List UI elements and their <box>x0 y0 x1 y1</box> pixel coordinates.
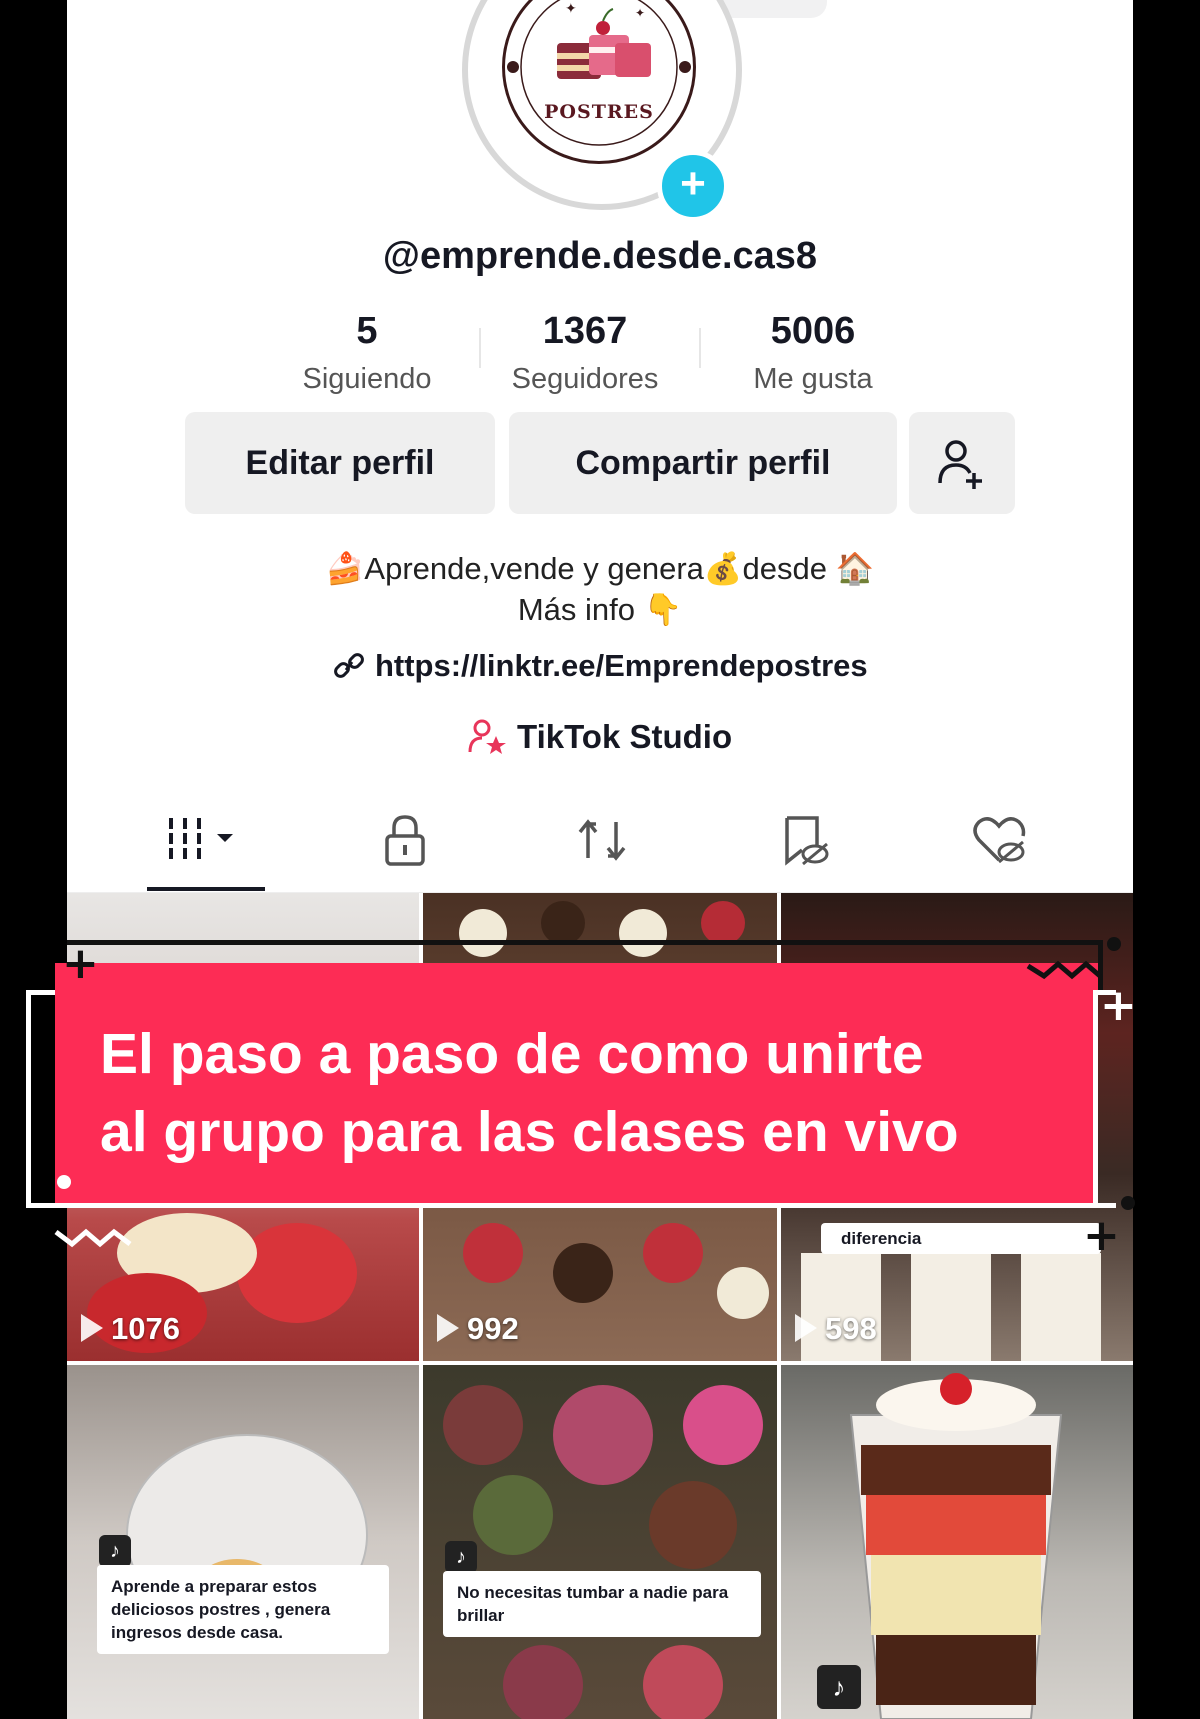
play-icon <box>795 1314 817 1342</box>
stat-following[interactable]: 5 Siguiendo <box>267 310 467 396</box>
creator-star-icon <box>468 719 506 754</box>
tab-liked[interactable] <box>969 810 1049 870</box>
tab-reposts[interactable] <box>572 810 652 870</box>
tab-favorites[interactable] <box>775 810 855 870</box>
followers-count: 1367 <box>542 310 628 352</box>
profile-tabs <box>67 800 1133 893</box>
active-tab-indicator <box>147 887 265 891</box>
avatar-brand-label: POSTRES <box>544 101 654 123</box>
tiktok-logo-icon: ♪ <box>445 1541 477 1573</box>
edit-profile-button[interactable]: Editar perfil <box>185 412 495 514</box>
add-user-icon <box>938 440 982 489</box>
profile-screen: preferido? ✦ ✦ POSTRES + @emp <box>67 0 1133 1719</box>
likes-label: Me gusta <box>753 363 873 395</box>
cake-logo-icon: ✦ ✦ <box>507 0 691 146</box>
link-icon <box>334 653 365 678</box>
tiktok-studio-link[interactable]: TikTok Studio <box>67 718 1133 756</box>
stat-followers[interactable]: 1367 Seguidores <box>485 310 685 396</box>
tab-private[interactable] <box>375 810 455 870</box>
view-count: 598 <box>795 1311 877 1347</box>
profile-stats: 5 Siguiendo 1367 Seguidores 5006 Me gust… <box>267 310 907 400</box>
bio-line-2: Más info 👇 <box>517 592 683 627</box>
avatar-logo: ✦ ✦ POSTRES <box>502 0 696 164</box>
banner-line-2: al grupo para las clases en vivo <box>100 1100 959 1164</box>
tiktok-logo-icon: ♪ <box>817 1665 861 1709</box>
repost-icon <box>578 819 626 861</box>
video-caption: diferencia <box>821 1223 1101 1254</box>
svg-text:✦: ✦ <box>565 0 577 16</box>
view-count: 1076 <box>81 1311 180 1347</box>
view-count: 992 <box>437 1311 519 1347</box>
video-thumbnail[interactable]: ♪ <box>781 1365 1133 1719</box>
tab-videos[interactable] <box>165 810 245 870</box>
add-friends-button[interactable] <box>909 412 1015 514</box>
followers-label: Seguidores <box>511 363 659 395</box>
bio-link[interactable]: https://linktr.ee/Emprendepostres <box>67 648 1133 684</box>
svg-text:✦: ✦ <box>635 6 645 20</box>
following-label: Siguiendo <box>302 363 432 395</box>
following-count: 5 <box>356 310 378 352</box>
heart-hidden-icon <box>973 817 1026 864</box>
bookmark-hidden-icon <box>785 816 829 866</box>
add-story-button[interactable]: + <box>657 150 729 222</box>
lock-icon <box>385 815 425 866</box>
play-icon <box>437 1314 459 1342</box>
video-thumbnail[interactable]: ♪ Aprende a preparar estos deliciosos po… <box>67 1365 419 1719</box>
video-caption: No necesitas tumbar a nadie para brillar <box>443 1571 761 1637</box>
username: @emprende.desde.cas8 <box>382 235 818 277</box>
video-caption: Aprende a preparar estos deliciosos post… <box>97 1565 389 1654</box>
share-profile-button[interactable]: Compartir perfil <box>509 412 897 514</box>
caption-banner: El paso a paso de como unirte al grupo p… <box>55 963 1098 1203</box>
tiktok-studio-label: TikTok Studio <box>517 718 733 755</box>
bio-line-1: 🍰Aprende,vende y genera💰desde 🏠 <box>325 551 875 586</box>
play-icon <box>81 1314 103 1342</box>
video-thumbnail[interactable]: ♪ No necesitas tumbar a nadie para brill… <box>423 1365 777 1719</box>
stat-likes[interactable]: 5006 Me gusta <box>713 310 913 396</box>
banner-line-1: El paso a paso de como unirte <box>100 1022 924 1086</box>
tiktok-logo-icon: ♪ <box>99 1535 131 1567</box>
grid-icon <box>169 818 233 859</box>
caption-banner-text: El paso a paso de como unirte al grupo p… <box>100 1015 1078 1171</box>
bio-link-text[interactable]: https://linktr.ee/Emprendepostres <box>375 648 868 683</box>
likes-count: 5006 <box>770 310 856 352</box>
